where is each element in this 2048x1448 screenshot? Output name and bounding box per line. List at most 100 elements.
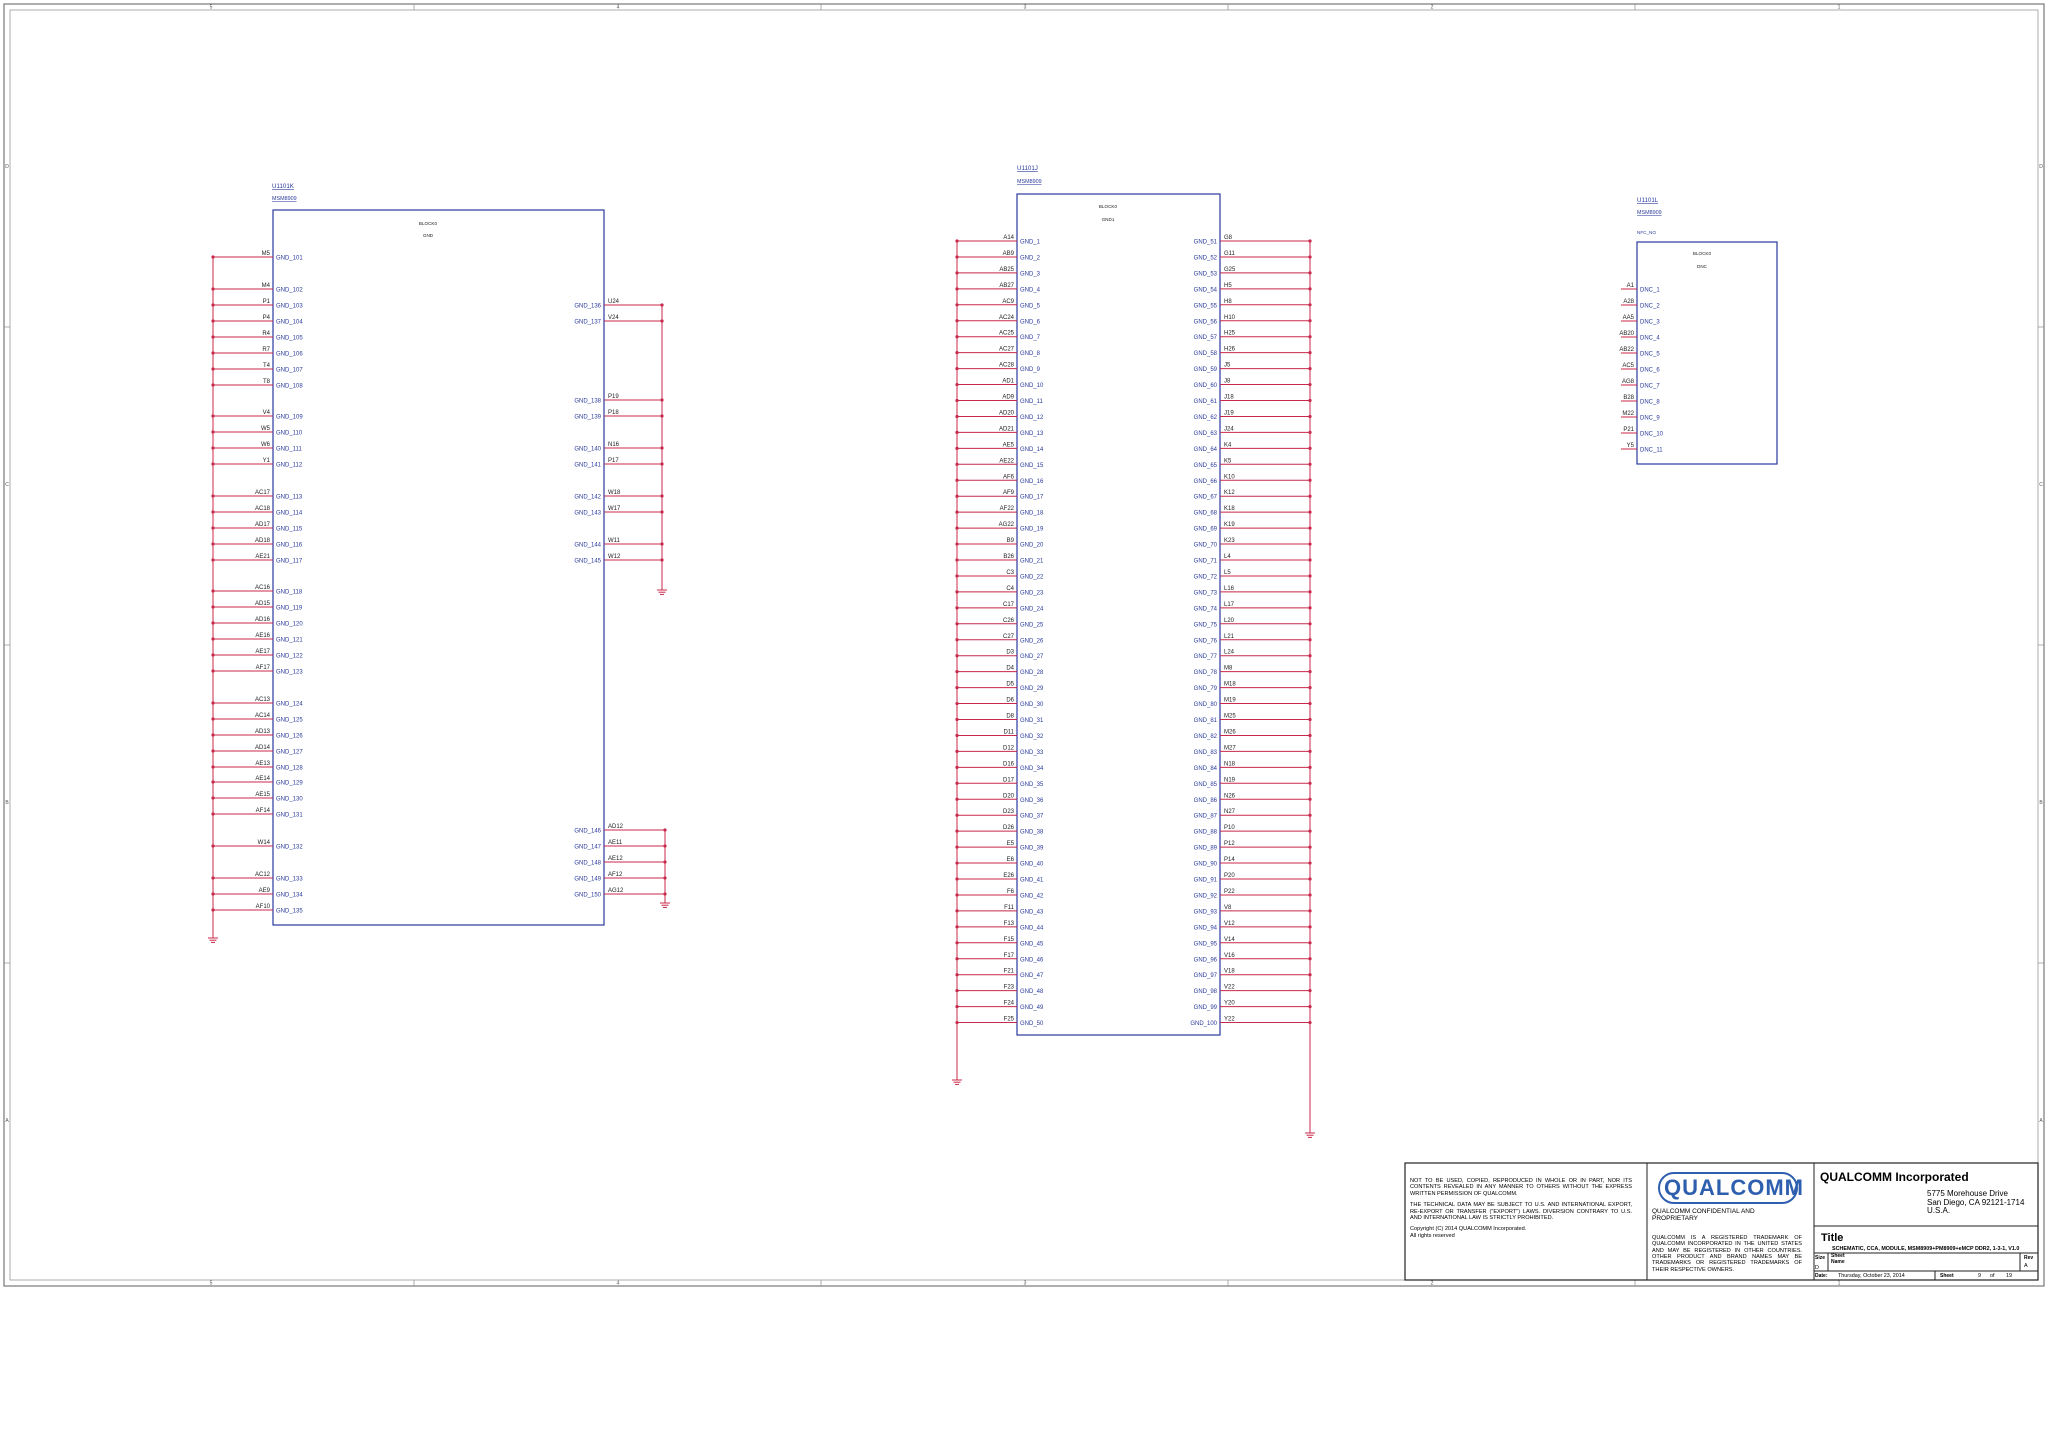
pin-number: AC12 bbox=[255, 872, 271, 878]
pin-left: AB22 DNC_5 bbox=[1619, 347, 1660, 358]
pin-number: H5 bbox=[1224, 283, 1232, 289]
pin-right: V22 GND_98 bbox=[1194, 985, 1312, 995]
pin-right: M8 GND_78 bbox=[1194, 666, 1312, 676]
part-number: MSM8909 bbox=[1637, 210, 1662, 216]
pin-net-name: GND_117 bbox=[276, 559, 303, 565]
pin-left: AC24 GND_6 bbox=[955, 315, 1041, 325]
pin-net-name: GND_79 bbox=[1194, 686, 1218, 692]
pin-left: AC16 GND_118 bbox=[211, 585, 303, 596]
pin-right: M25 GND_81 bbox=[1194, 714, 1312, 724]
pin-number: P14 bbox=[1224, 857, 1235, 863]
pin-net-name: GND_126 bbox=[276, 734, 303, 740]
pin-left: M22 DNC_9 bbox=[1621, 411, 1660, 422]
pin-number: AD12 bbox=[608, 824, 624, 830]
pin-left: AD15 GND_119 bbox=[211, 601, 303, 612]
pin-net-name: GND_143 bbox=[574, 511, 601, 517]
pin-number: AE15 bbox=[255, 792, 270, 798]
pin-number: AD16 bbox=[255, 617, 271, 623]
pin-number: J5 bbox=[1224, 363, 1231, 369]
pin-number: AE17 bbox=[255, 649, 270, 655]
pin-net-name: GND_59 bbox=[1194, 367, 1218, 373]
row-marker-left: B bbox=[5, 800, 9, 806]
pin-number: AC25 bbox=[999, 331, 1015, 337]
block-label: BLOCK0 bbox=[1693, 251, 1712, 256]
pin-number: E6 bbox=[1007, 857, 1015, 863]
pin-left: AF6 GND_16 bbox=[955, 474, 1044, 485]
row-marker-left: D bbox=[5, 164, 9, 170]
pin-net-name: GND_86 bbox=[1194, 798, 1218, 804]
pin-net-name: GND_64 bbox=[1194, 447, 1218, 453]
pin-right: J19 GND_62 bbox=[1194, 410, 1312, 421]
of-label: of bbox=[1990, 1273, 1995, 1279]
pin-net-name: GND_66 bbox=[1194, 479, 1218, 485]
pin-left: R7 GND_106 bbox=[211, 347, 303, 358]
pin-number: F17 bbox=[1004, 953, 1015, 959]
pin-number: D20 bbox=[1003, 793, 1015, 799]
pin-net-name: GND_43 bbox=[1020, 909, 1044, 915]
part-refdes: U1101L bbox=[1637, 197, 1659, 204]
pin-number: AB22 bbox=[1619, 347, 1634, 353]
pin-right: P14 GND_90 bbox=[1194, 857, 1312, 868]
pin-left: F24 GND_49 bbox=[955, 1001, 1044, 1011]
pin-number: P1 bbox=[263, 299, 271, 305]
pin-left: D16 GND_34 bbox=[955, 761, 1044, 772]
pin-left: AD1 GND_10 bbox=[955, 379, 1044, 389]
pin-number: AD20 bbox=[999, 410, 1015, 416]
pin-number: F24 bbox=[1004, 1001, 1015, 1007]
pin-left: D4 GND_28 bbox=[955, 666, 1044, 676]
pin-left: A14 GND_1 bbox=[955, 235, 1041, 246]
legal-notice: NOT TO BE USED, COPIED, REPRODUCED IN WH… bbox=[1410, 1178, 1632, 1239]
pin-left: AE17 GND_122 bbox=[211, 649, 303, 660]
ground-symbol bbox=[208, 937, 218, 943]
pin-left: A28 DNC_2 bbox=[1621, 299, 1660, 310]
pin-left: AC14 GND_125 bbox=[211, 713, 303, 724]
pin-number: H25 bbox=[1224, 331, 1236, 337]
logo-wordmark: QUALCOMM bbox=[1664, 1175, 1804, 1200]
pin-number: W12 bbox=[608, 554, 621, 560]
pin-right: L4 GND_71 bbox=[1194, 554, 1312, 565]
pin-number: N19 bbox=[1224, 777, 1236, 783]
pin-net-name: GND_30 bbox=[1020, 702, 1044, 708]
pin-left: AD21 GND_13 bbox=[955, 426, 1044, 437]
pin-number: E5 bbox=[1007, 841, 1015, 847]
pin-number: AC5 bbox=[1622, 363, 1634, 369]
pin-net-name: GND_69 bbox=[1194, 527, 1218, 533]
pin-number: L5 bbox=[1224, 570, 1231, 576]
pin-number: AC18 bbox=[255, 506, 271, 512]
pin-right: P10 GND_88 bbox=[1194, 825, 1312, 836]
pin-net-name: GND_76 bbox=[1194, 638, 1218, 644]
pin-net-name: GND_112 bbox=[276, 463, 303, 469]
pin-number: E26 bbox=[1003, 873, 1014, 879]
pin-left: C27 GND_26 bbox=[955, 634, 1044, 644]
pin-net-name: GND_148 bbox=[574, 861, 601, 867]
pin-right: V16 GND_96 bbox=[1194, 953, 1312, 963]
pin-number: V16 bbox=[1224, 953, 1235, 959]
rev-value: A bbox=[2024, 1263, 2028, 1269]
col-marker-top: 4 bbox=[617, 5, 620, 11]
pin-left: T8 GND_108 bbox=[211, 379, 303, 390]
pin-left: AC17 GND_113 bbox=[211, 490, 303, 501]
pin-number: AD14 bbox=[255, 745, 271, 751]
pin-right: N26 GND_86 bbox=[1194, 793, 1312, 804]
pin-net-name: GND_106 bbox=[276, 352, 303, 358]
pin-left: AB9 GND_2 bbox=[955, 251, 1041, 261]
ground-symbol bbox=[660, 902, 670, 908]
size-value: D bbox=[1815, 1265, 1819, 1271]
pin-number: P22 bbox=[1224, 889, 1235, 895]
pin-number: M5 bbox=[262, 251, 271, 257]
pin-net-name: GND_124 bbox=[276, 702, 303, 708]
pin-number: U24 bbox=[608, 299, 620, 305]
pin-number: J24 bbox=[1224, 426, 1234, 432]
pin-left: F25 GND_50 bbox=[955, 1017, 1044, 1027]
pin-number: K4 bbox=[1224, 442, 1232, 448]
pin-number: W18 bbox=[608, 490, 621, 496]
pin-number: A1 bbox=[1627, 283, 1635, 289]
pin-number: B28 bbox=[1623, 395, 1634, 401]
pin-net-name: GND_71 bbox=[1194, 559, 1218, 565]
pin-number: R7 bbox=[262, 347, 270, 353]
pin-number: H26 bbox=[1224, 347, 1236, 353]
date-label: Date: bbox=[1815, 1273, 1828, 1279]
pin-net-name: GND_54 bbox=[1194, 287, 1218, 293]
pin-left: AD9 GND_11 bbox=[955, 395, 1044, 405]
pin-net-name: GND_91 bbox=[1194, 878, 1218, 884]
